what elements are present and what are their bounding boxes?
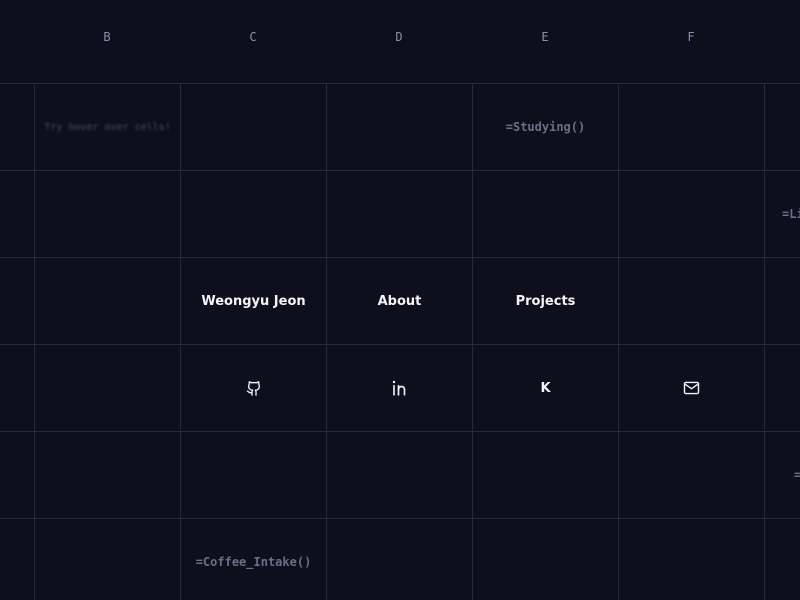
about-link[interactable]: About: [327, 258, 472, 344]
cell-g2[interactable]: =Li: [765, 171, 800, 257]
about-label: About: [377, 293, 422, 309]
mail-link[interactable]: [680, 376, 704, 400]
column-header-f: F: [687, 30, 695, 44]
cell-e4: K: [473, 345, 618, 431]
cell-c6[interactable]: =Coffee_Intake(): [181, 519, 326, 600]
grid-line: [764, 83, 765, 600]
column-header-c: C: [249, 30, 257, 44]
edge-formula: =Li: [782, 207, 800, 221]
cell-g5[interactable]: =: [765, 432, 800, 518]
studying-formula: =Studying(): [505, 120, 586, 134]
github-icon: [246, 380, 260, 396]
k-label: K: [540, 380, 551, 396]
grid-line: [0, 431, 800, 432]
cell-e1[interactable]: =Studying(): [473, 84, 618, 170]
cell-b1[interactable]: Try hover over cells!: [35, 84, 180, 170]
cell-f4: [619, 345, 764, 431]
column-header-e: E: [541, 30, 549, 44]
k-link[interactable]: K: [534, 376, 558, 400]
mail-icon: [683, 381, 700, 395]
edge-formula: =: [794, 468, 800, 482]
projects-link[interactable]: Projects: [473, 258, 618, 344]
cell-c4: [181, 345, 326, 431]
coffee-formula: =Coffee_Intake(): [195, 555, 312, 569]
grid-line: [618, 83, 619, 600]
github-link[interactable]: [242, 376, 266, 400]
name-label: Weongyu Jeon: [201, 293, 306, 309]
grid-line: [0, 518, 800, 519]
hover-hint: Try hover over cells!: [44, 121, 171, 133]
column-header-d: D: [395, 30, 403, 44]
name-link[interactable]: Weongyu Jeon: [181, 258, 326, 344]
grid-line: [0, 170, 800, 171]
spreadsheet-grid: B C D E F Try hover over cells! =Studyin…: [0, 0, 800, 600]
cell-d4: [327, 345, 472, 431]
linkedin-icon: [392, 380, 405, 396]
column-header-b: B: [103, 30, 111, 44]
projects-label: Projects: [515, 293, 576, 309]
linkedin-link[interactable]: [388, 376, 412, 400]
